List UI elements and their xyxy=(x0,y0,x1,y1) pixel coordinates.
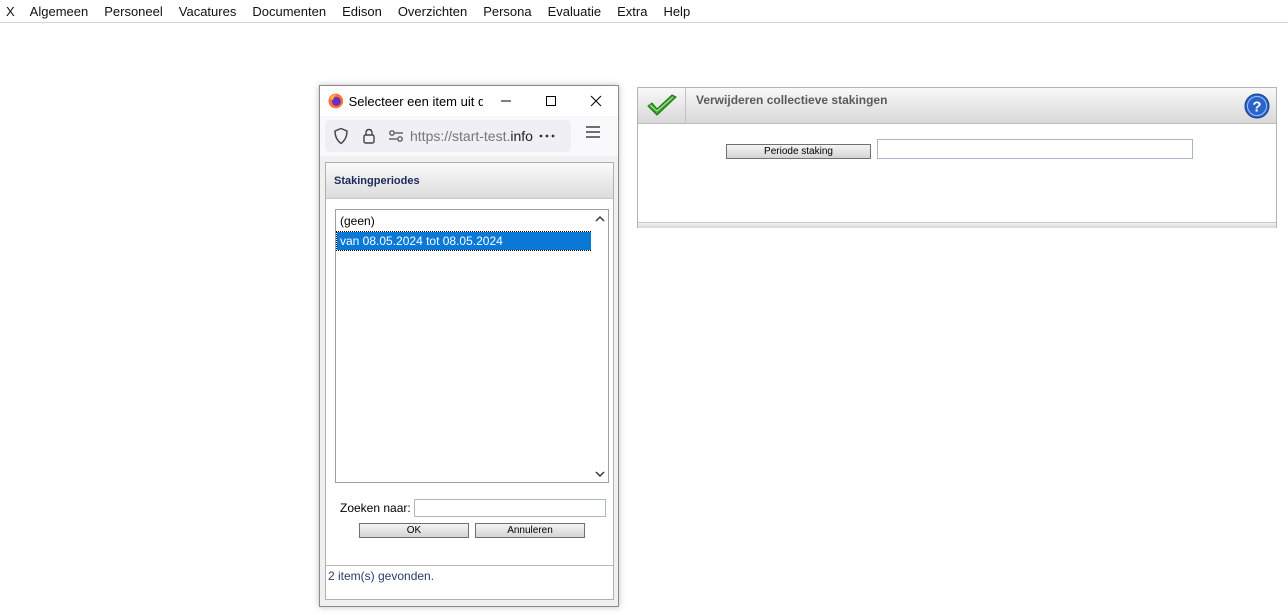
search-label: Zoeken naar: xyxy=(340,501,411,515)
shield-icon xyxy=(334,127,348,145)
menu-documenten[interactable]: Documenten xyxy=(244,4,334,19)
svg-text:?: ? xyxy=(1252,99,1261,116)
menu-persona[interactable]: Persona xyxy=(475,4,539,19)
menu-edison[interactable]: Edison xyxy=(334,4,390,19)
url-text: https://start-test.info xyxy=(410,128,533,144)
scroll-up-button[interactable] xyxy=(591,210,608,227)
main-panel-header: Verwijderen collectieve stakingen ? xyxy=(638,88,1276,124)
search-row: Zoeken naar: xyxy=(340,499,606,517)
list-item[interactable]: (geen) xyxy=(337,212,592,230)
popup-title: Selecteer een item uit d... xyxy=(348,93,484,109)
close-button[interactable] xyxy=(573,86,618,116)
address-field[interactable]: https://start-test.info xyxy=(325,120,571,152)
panel-title: Stakingperiodes xyxy=(326,163,613,199)
lock-icon xyxy=(363,128,375,144)
hamburger-menu-icon[interactable] xyxy=(586,126,600,138)
help-icon[interactable]: ? xyxy=(1244,93,1270,119)
status-text: 2 item(s) gevonden. xyxy=(328,569,435,583)
close-icon xyxy=(590,95,601,107)
menu-extra[interactable]: Extra xyxy=(609,4,655,19)
button-row: OK Annuleren xyxy=(359,523,585,538)
list-item-selected[interactable]: van 08.05.2024 tot 08.05.2024 xyxy=(336,231,593,251)
minimize-icon xyxy=(500,100,511,102)
main-menu-bar: X Algemeen Personeel Vacatures Documente… xyxy=(0,0,1288,23)
menu-algemeen[interactable]: Algemeen xyxy=(22,4,97,19)
url-bar: https://start-test.info xyxy=(320,116,618,156)
maximize-icon xyxy=(545,96,556,106)
menu-evaluatie[interactable]: Evaluatie xyxy=(540,4,609,19)
menu-close[interactable]: X xyxy=(0,4,22,19)
menu-vacatures[interactable]: Vacatures xyxy=(171,4,245,19)
chevron-up-icon xyxy=(595,215,604,221)
more-icon[interactable] xyxy=(539,133,555,139)
period-listbox[interactable]: (geen) van 08.05.2024 tot 08.05.2024 xyxy=(335,209,609,483)
main-panel: Verwijderen collectieve stakingen ? Peri… xyxy=(637,87,1277,228)
scroll-down-button[interactable] xyxy=(591,465,608,482)
menu-help[interactable]: Help xyxy=(655,4,698,19)
cancel-button[interactable]: Annuleren xyxy=(475,523,585,538)
popup-titlebar[interactable]: Selecteer een item uit d... xyxy=(320,86,618,116)
search-input[interactable] xyxy=(413,499,606,517)
ok-button[interactable]: OK xyxy=(359,523,469,538)
menu-personeel[interactable]: Personeel xyxy=(96,4,171,19)
chevron-down-icon xyxy=(595,471,604,477)
menu-overzichten[interactable]: Overzichten xyxy=(390,4,475,19)
checkmark-icon xyxy=(646,93,677,116)
scrollbar[interactable] xyxy=(591,210,608,482)
maximize-button[interactable] xyxy=(528,86,573,116)
popup-content: Stakingperiodes (geen) van 08.05.2024 to… xyxy=(325,162,614,600)
main-panel-title: Verwijderen collectieve stakingen xyxy=(696,93,888,107)
minimize-button[interactable] xyxy=(483,86,528,116)
status-divider xyxy=(326,565,613,566)
period-input[interactable] xyxy=(877,139,1193,159)
permissions-icon xyxy=(389,130,403,142)
period-button[interactable]: Periode staking xyxy=(726,144,871,159)
confirm-button[interactable] xyxy=(638,88,686,123)
firefox-icon xyxy=(328,93,344,109)
main-panel-footer xyxy=(638,222,1276,228)
popup-window: Selecteer een item uit d... https://star… xyxy=(319,85,619,607)
